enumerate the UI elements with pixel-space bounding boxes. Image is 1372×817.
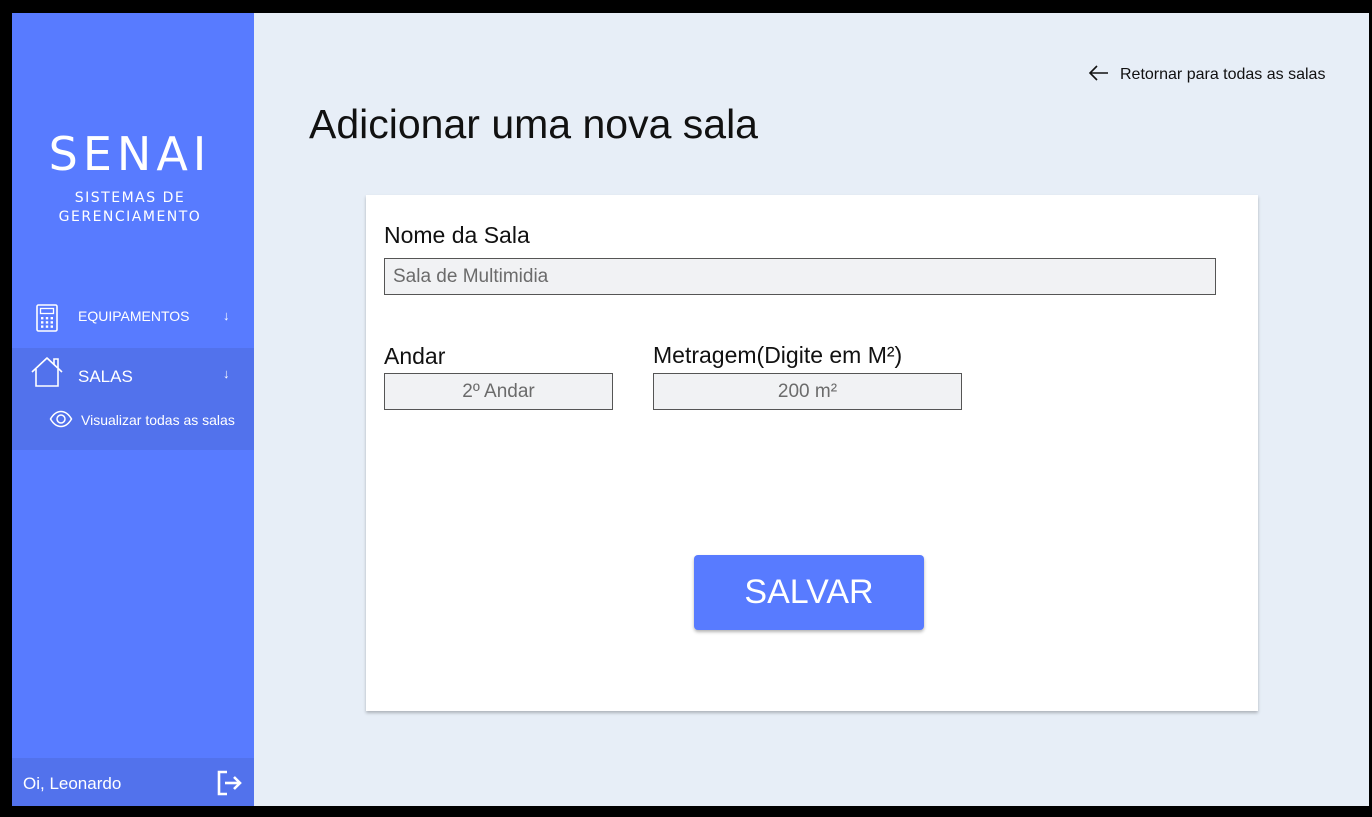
back-to-rooms-link[interactable]: Retornar para todas as salas: [1088, 63, 1325, 87]
logo: SENAI SISTEMAS DE GERENCIAMENTO: [12, 129, 248, 227]
back-link-label: Retornar para todas as salas: [1120, 66, 1326, 83]
save-button[interactable]: SALVAR: [694, 555, 924, 630]
house-icon: [30, 356, 64, 388]
arrow-left-icon: [1088, 64, 1110, 87]
sidebar-subitem-view-all-rooms[interactable]: Visualizar todas as salas: [12, 406, 254, 434]
sidebar: SENAI SISTEMAS DE GERENCIAMENTO EQUIPAME…: [12, 13, 254, 806]
sidebar-item-label: SALAS: [78, 367, 133, 386]
arrow-down-icon: ↓: [223, 366, 230, 381]
eye-icon: [49, 410, 73, 428]
logo-subtitle-line-2: GERENCIAMENTO: [58, 209, 202, 225]
logo-title: SENAI: [48, 127, 212, 181]
page-title: Adicionar uma nova sala: [309, 101, 758, 147]
calculator-icon: [36, 304, 58, 332]
room-form-card: Nome da Sala Andar Metragem(Digite em M²…: [366, 195, 1258, 711]
logo-subtitle-line-1: SISTEMAS DE: [74, 190, 186, 206]
logo-subtitle: SISTEMAS DE GERENCIAMENTO: [12, 189, 248, 227]
arrow-down-icon: ↓: [223, 308, 230, 323]
sidebar-item-salas[interactable]: SALAS ↓: [12, 348, 254, 400]
floor-label: Andar: [384, 343, 446, 369]
sidebar-item-label: EQUIPAMENTOS: [78, 308, 190, 324]
logout-icon[interactable]: [214, 768, 244, 798]
sidebar-subitem-label: Visualizar todas as salas: [81, 412, 235, 428]
area-label: Metragem(Digite em M²): [653, 342, 903, 368]
area-input[interactable]: [653, 373, 962, 410]
user-greeting: Oi, Leonardo: [23, 774, 122, 793]
app-window: SENAI SISTEMAS DE GERENCIAMENTO EQUIPAME…: [12, 13, 1369, 806]
sidebar-group-salas: SALAS ↓ Visualizar todas as salas: [12, 348, 254, 450]
sidebar-footer: Oi, Leonardo: [12, 758, 254, 806]
sidebar-item-equipamentos[interactable]: EQUIPAMENTOS ↓: [12, 295, 254, 339]
room-name-label: Nome da Sala: [384, 222, 530, 248]
floor-input[interactable]: [384, 373, 613, 410]
room-name-input[interactable]: [384, 258, 1216, 295]
